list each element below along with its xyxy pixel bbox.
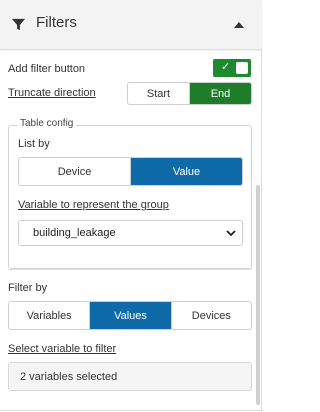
- truncate-direction-toggle: Start End: [127, 82, 252, 105]
- filter-by-toggle: Variables Values Devices: [8, 301, 252, 330]
- list-by-label: List by: [18, 138, 50, 150]
- select-variable-input[interactable]: 2 variables selected: [8, 362, 252, 391]
- truncate-direction-label: Truncate direction: [8, 87, 96, 99]
- panel-header[interactable]: Filters: [0, 0, 262, 50]
- filter-by-variables-option[interactable]: Variables: [9, 302, 89, 329]
- filter-by-values-option[interactable]: Values: [89, 302, 171, 329]
- group-variable-label: Variable to represent the group: [18, 199, 169, 211]
- add-filter-button-label: Add filter button: [8, 63, 86, 75]
- truncate-end-option[interactable]: End: [189, 83, 251, 104]
- add-filter-button-toggle[interactable]: ✓: [213, 59, 251, 77]
- section-divider: [8, 269, 252, 270]
- list-by-value-option[interactable]: Value: [130, 158, 242, 185]
- list-by-toggle: Device Value: [18, 157, 243, 186]
- chevron-down-icon: [226, 230, 236, 237]
- check-icon: ✓: [221, 61, 231, 73]
- panel-title: Filters: [36, 14, 77, 31]
- filters-panel: Filters Add filter button ✓ Truncate dir…: [0, 0, 262, 411]
- filter-icon: [11, 18, 26, 31]
- filter-by-label: Filter by: [8, 282, 48, 294]
- table-config-legend: Table config: [17, 118, 77, 129]
- list-by-device-option[interactable]: Device: [19, 158, 130, 185]
- scrollbar[interactable]: [256, 185, 260, 405]
- group-variable-select[interactable]: building_leakage: [18, 220, 243, 246]
- group-variable-value: building_leakage: [33, 227, 116, 239]
- truncate-start-option[interactable]: Start: [128, 83, 189, 104]
- toggle-knob: [236, 62, 248, 74]
- select-variable-label: Select variable to filter: [8, 343, 117, 355]
- filter-by-devices-option[interactable]: Devices: [170, 302, 251, 329]
- select-variable-value: 2 variables selected: [20, 371, 118, 383]
- caret-up-icon[interactable]: [233, 19, 245, 31]
